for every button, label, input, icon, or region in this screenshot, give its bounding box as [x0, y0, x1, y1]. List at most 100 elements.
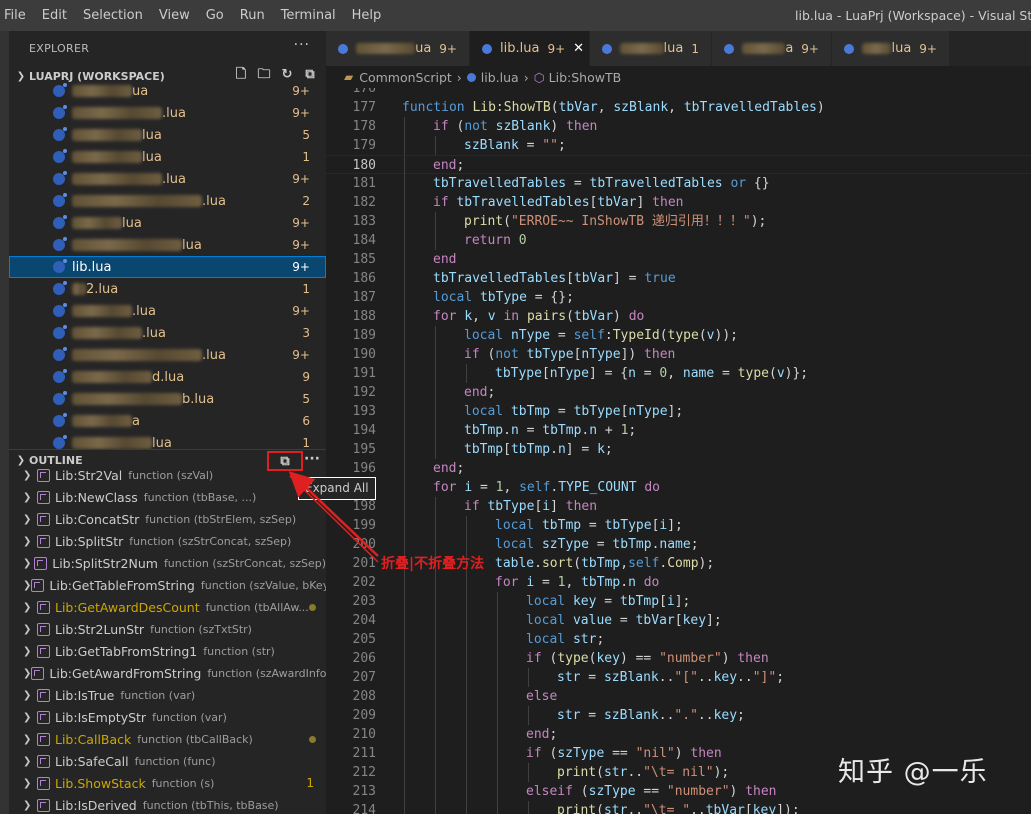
outline-item[interactable]: ❯ Lib.ShowStack function (s) 1: [9, 772, 326, 794]
menu-run[interactable]: Run: [232, 0, 273, 31]
code-line[interactable]: 182 if tbTravelledTables[tbVar] then: [326, 193, 1031, 212]
file-item[interactable]: b.lua 5: [9, 388, 326, 410]
chevron-right-icon[interactable]: ❯: [23, 756, 37, 767]
outline-item[interactable]: ❯ Lib:CallBack function (tbCallBack): [9, 728, 326, 750]
code-line[interactable]: 184 return 0: [326, 231, 1031, 250]
chevron-right-icon[interactable]: ❯: [23, 558, 34, 569]
code-line[interactable]: 178 if (not szBlank) then: [326, 117, 1031, 136]
outline-item[interactable]: ❯ Lib:Str2Val function (szVal): [9, 464, 326, 486]
chevron-right-icon[interactable]: ❯: [23, 690, 37, 701]
code-line[interactable]: 191 tbType[nType] = {n = 0, name = type(v…: [326, 364, 1031, 383]
code-line[interactable]: 198 if tbType[i] then: [326, 497, 1031, 516]
file-item[interactable]: lib.lua 9+: [9, 256, 326, 278]
chevron-right-icon[interactable]: ❯: [23, 470, 37, 481]
code-line[interactable]: 177 function Lib:ShowTB(tbVar, szBlank, t…: [326, 98, 1031, 117]
file-item[interactable]: lua 9+: [9, 212, 326, 234]
chevron-right-icon[interactable]: ❯: [23, 734, 37, 745]
menu-edit[interactable]: Edit: [34, 0, 75, 31]
outline-item[interactable]: ❯ Lib:GetAwardDesCount function (tbAllAw..…: [9, 596, 326, 618]
code-line[interactable]: 209 str = szBlank.."."..key;: [326, 706, 1031, 725]
code-line[interactable]: 214 print(str.."\t= "..tbVar[key]);: [326, 801, 1031, 814]
editor-tab[interactable]: lua 1: [590, 31, 712, 66]
code-line[interactable]: 207 str = szBlank.."["..key.."]";: [326, 668, 1031, 687]
menu-file[interactable]: File: [0, 0, 34, 31]
outline-item[interactable]: ❯ Lib:NewClass function (tbBase, ...): [9, 486, 326, 508]
outline-item[interactable]: ❯ Lib:IsEmptyStr function (var): [9, 706, 326, 728]
explorer-more-button[interactable]: ···: [294, 37, 310, 53]
chevron-right-icon[interactable]: ❯: [23, 668, 31, 679]
code-line[interactable]: 203 local key = tbTmp[i];: [326, 592, 1031, 611]
code-line[interactable]: 190 if (not tbType[nType]) then: [326, 345, 1031, 364]
code-line[interactable]: 204 local value = tbVar[key];: [326, 611, 1031, 630]
file-item[interactable]: lua 1: [9, 146, 326, 168]
file-item[interactable]: .lua 9+: [9, 102, 326, 124]
file-item[interactable]: .lua 3: [9, 322, 326, 344]
menu-go[interactable]: Go: [198, 0, 232, 31]
chevron-right-icon[interactable]: ❯: [23, 580, 31, 591]
breadcrumb-symbol[interactable]: Lib:ShowTB: [549, 70, 622, 85]
code-line[interactable]: 185 end: [326, 250, 1031, 269]
editor-tab[interactable]: a 9+: [712, 31, 832, 66]
code-editor[interactable]: 176 177 function Lib:ShowTB(tbVar, szBlank…: [326, 88, 1031, 814]
file-item[interactable]: d.lua 9: [9, 366, 326, 388]
code-line[interactable]: 176: [326, 88, 1031, 98]
code-line[interactable]: 196 end;: [326, 459, 1031, 478]
chevron-right-icon[interactable]: ❯: [23, 624, 37, 635]
editor-tab[interactable]: ua 9+: [326, 31, 470, 66]
file-item[interactable]: lua 9+: [9, 234, 326, 256]
outline-item[interactable]: ❯ Lib:IsTrue function (var): [9, 684, 326, 706]
chevron-right-icon[interactable]: ❯: [23, 778, 37, 789]
code-line[interactable]: 188 for k, v in pairs(tbVar) do: [326, 307, 1031, 326]
breadcrumb-file[interactable]: lib.lua: [481, 70, 519, 85]
code-line[interactable]: 202 for i = 1, tbTmp.n do: [326, 573, 1031, 592]
chevron-right-icon[interactable]: ❯: [23, 800, 37, 811]
menu-terminal[interactable]: Terminal: [273, 0, 344, 31]
code-line[interactable]: 179 szBlank = "";: [326, 136, 1031, 155]
outline-item[interactable]: ❯ Lib:SplitStr function (szStrConcat, szSe…: [9, 530, 326, 552]
menu-help[interactable]: Help: [344, 0, 390, 31]
chevron-right-icon[interactable]: ❯: [23, 536, 37, 547]
menu-view[interactable]: View: [151, 0, 198, 31]
outline-item[interactable]: ❯ Lib:SplitStr2Num function (szStrConcat, …: [9, 552, 326, 574]
breadcrumb-folder[interactable]: CommonScript: [359, 70, 452, 85]
code-line[interactable]: 208 else: [326, 687, 1031, 706]
code-line[interactable]: 181 tbTravelledTables = tbTravelledTables…: [326, 174, 1031, 193]
menu-selection[interactable]: Selection: [75, 0, 151, 31]
code-line[interactable]: 189 local nType = self:TypeId(type(v));: [326, 326, 1031, 345]
file-item[interactable]: .lua 2: [9, 190, 326, 212]
code-line[interactable]: 195 tbTmp[tbTmp.n] = k;: [326, 440, 1031, 459]
code-line[interactable]: 205 local str;: [326, 630, 1031, 649]
outline-item[interactable]: ❯ Lib:GetTabFromString1 function (str): [9, 640, 326, 662]
code-line[interactable]: 187 local tbType = {};: [326, 288, 1031, 307]
file-item[interactable]: ua 9+: [9, 80, 326, 102]
file-item[interactable]: .lua 9+: [9, 300, 326, 322]
code-line[interactable]: 193 local tbTmp = tbType[nType];: [326, 402, 1031, 421]
chevron-right-icon[interactable]: ❯: [23, 646, 37, 657]
outline-item[interactable]: ❯ Lib:Str2LunStr function (szTxtStr): [9, 618, 326, 640]
file-item[interactable]: lua 5: [9, 124, 326, 146]
code-line[interactable]: 192 end;: [326, 383, 1031, 402]
code-line[interactable]: 197for i = 1, self.TYPE_COUNT do: [326, 478, 1031, 497]
code-line[interactable]: 199 local tbTmp = tbType[i];: [326, 516, 1031, 535]
chevron-right-icon[interactable]: ❯: [23, 492, 37, 503]
close-icon[interactable]: ✕: [573, 41, 584, 56]
chevron-right-icon[interactable]: ❯: [23, 712, 37, 723]
code-line[interactable]: 186 tbTravelledTables[tbVar] = true: [326, 269, 1031, 288]
outline-item[interactable]: ❯ Lib:SafeCall function (func): [9, 750, 326, 772]
code-line[interactable]: 206 if (type(key) == "number") then: [326, 649, 1031, 668]
code-line[interactable]: 210 end;: [326, 725, 1031, 744]
file-item[interactable]: a6: [9, 410, 326, 432]
outline-item[interactable]: ❯ Lib:GetTableFromString function (szValue…: [9, 574, 326, 596]
file-item[interactable]: .lua 9+: [9, 168, 326, 190]
outline-item[interactable]: ❯ Lib:IsDerived function (tbThis, tbBase): [9, 794, 326, 814]
code-line[interactable]: 183 print("ERROE~~ InShowTB 递归引用！！！");: [326, 212, 1031, 231]
outline-item[interactable]: ❯ Lib:GetAwardFromString function (szAward…: [9, 662, 326, 684]
editor-tab[interactable]: lib.lua 9+ ✕: [470, 31, 590, 66]
file-item[interactable]: .lua 9+: [9, 344, 326, 366]
editor-tab[interactable]: lua 9+: [832, 31, 950, 66]
code-line[interactable]: 180 end;: [326, 155, 1031, 175]
code-line[interactable]: 200 local szType = tbTmp.name;: [326, 535, 1031, 554]
code-line[interactable]: 194 tbTmp.n = tbTmp.n + 1;: [326, 421, 1031, 440]
outline-item[interactable]: ❯ Lib:ConcatStr function (tbStrElem, szSep…: [9, 508, 326, 530]
chevron-right-icon[interactable]: ❯: [23, 514, 37, 525]
